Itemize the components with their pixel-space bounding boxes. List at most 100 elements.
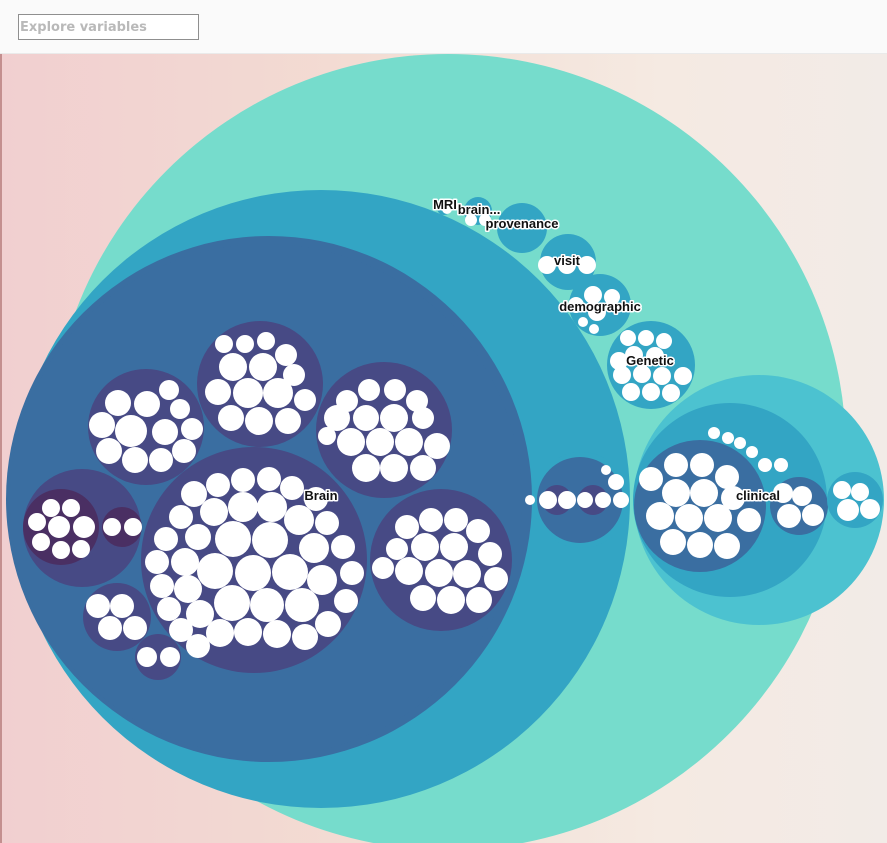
variable-leaf-bubble[interactable] [249, 353, 277, 381]
variable-leaf-bubble[interactable] [386, 538, 408, 560]
variable-leaf-bubble[interactable] [72, 540, 90, 558]
variable-leaf-bubble[interactable] [444, 508, 468, 532]
variable-leaf-bubble[interactable] [453, 560, 481, 588]
variable-leaf-bubble[interactable] [395, 428, 423, 456]
variable-leaf-bubble[interactable] [340, 561, 364, 585]
variable-leaf-bubble[interactable] [419, 508, 443, 532]
variable-leaf-bubble[interactable] [558, 491, 576, 509]
variable-leaf-bubble[interactable] [395, 557, 423, 585]
variable-leaf-bubble[interactable] [292, 624, 318, 650]
subgroup-bubble[interactable] [83, 583, 151, 651]
variable-leaf-bubble[interactable] [372, 557, 394, 579]
variable-leaf-bubble[interactable] [110, 594, 134, 618]
variable-leaf-bubble[interactable] [352, 454, 380, 482]
variable-leaf-bubble[interactable] [185, 524, 211, 550]
variable-leaf-bubble[interactable] [252, 522, 288, 558]
variable-leaf-bubble[interactable] [233, 378, 263, 408]
variable-leaf-bubble[interactable] [235, 555, 271, 591]
variable-leaf-bubble[interactable] [96, 438, 122, 464]
variable-leaf-bubble[interactable] [851, 483, 869, 501]
variable-leaf-bubble[interactable] [715, 465, 739, 489]
variable-leaf-bubble[interactable] [860, 499, 880, 519]
variable-leaf-bubble[interactable] [86, 594, 110, 618]
variable-leaf-bubble[interactable] [89, 412, 115, 438]
variable-leaf-bubble[interactable] [172, 439, 196, 463]
variable-leaf-bubble[interactable] [411, 533, 439, 561]
variable-leaf-bubble[interactable] [802, 504, 824, 526]
variable-leaf-bubble[interactable] [675, 504, 703, 532]
variable-leaf-bubble[interactable] [52, 541, 70, 559]
variable-leaf-bubble[interactable] [722, 432, 734, 444]
variable-leaf-bubble[interactable] [219, 353, 247, 381]
variable-leaf-bubble[interactable] [608, 474, 624, 490]
variable-leaf-bubble[interactable] [601, 465, 611, 475]
variable-leaf-bubble[interactable] [154, 527, 178, 551]
variable-leaf-bubble[interactable] [639, 467, 663, 491]
variable-leaf-bubble[interactable] [98, 616, 122, 640]
variable-leaf-bubble[interactable] [206, 619, 234, 647]
variable-leaf-bubble[interactable] [384, 379, 406, 401]
variable-leaf-bubble[interactable] [622, 383, 640, 401]
variable-leaf-bubble[interactable] [181, 481, 207, 507]
variable-leaf-bubble[interactable] [577, 492, 593, 508]
variable-leaf-bubble[interactable] [250, 588, 284, 622]
variable-leaf-bubble[interactable] [103, 518, 121, 536]
variable-leaf-bubble[interactable] [280, 476, 304, 500]
variable-leaf-bubble[interactable] [484, 567, 508, 591]
variable-leaf-bubble[interactable] [174, 575, 202, 603]
variable-leaf-bubble[interactable] [656, 333, 672, 349]
variable-leaf-bubble[interactable] [157, 597, 181, 621]
variable-leaf-bubble[interactable] [337, 428, 365, 456]
variable-leaf-bubble[interactable] [704, 504, 732, 532]
variable-leaf-bubble[interactable] [380, 454, 408, 482]
variable-leaf-bubble[interactable] [28, 513, 46, 531]
variable-leaf-bubble[interactable] [578, 256, 596, 274]
variable-leaf-bubble[interactable] [478, 542, 502, 566]
variable-leaf-bubble[interactable] [186, 634, 210, 658]
variable-leaf-bubble[interactable] [412, 407, 434, 429]
variable-leaf-bubble[interactable] [275, 408, 301, 434]
variable-leaf-bubble[interactable] [734, 437, 746, 449]
variable-leaf-bubble[interactable] [660, 529, 686, 555]
variable-leaf-bubble[interactable] [792, 486, 812, 506]
variable-leaf-bubble[interactable] [833, 481, 851, 499]
variable-leaf-bubble[interactable] [410, 585, 436, 611]
variable-leaf-bubble[interactable] [150, 574, 174, 598]
variable-leaf-bubble[interactable] [145, 550, 169, 574]
variable-leaf-bubble[interactable] [837, 499, 859, 521]
variable-leaf-bubble[interactable] [466, 587, 492, 613]
variable-leaf-bubble[interactable] [687, 532, 713, 558]
variable-leaf-bubble[interactable] [318, 427, 336, 445]
variable-leaf-bubble[interactable] [307, 565, 337, 595]
variable-leaf-bubble[interactable] [218, 405, 244, 431]
variable-leaf-bubble[interactable] [315, 511, 339, 535]
variable-leaf-bubble[interactable] [181, 418, 203, 440]
variable-leaf-bubble[interactable] [410, 455, 436, 481]
variable-leaf-bubble[interactable] [137, 647, 157, 667]
variable-leaf-bubble[interactable] [200, 498, 228, 526]
variable-leaf-bubble[interactable] [380, 404, 408, 432]
variable-leaf-bubble[interactable] [73, 516, 95, 538]
variable-leaf-bubble[interactable] [662, 384, 680, 402]
variable-leaf-bubble[interactable] [646, 502, 674, 530]
variable-leaf-bubble[interactable] [424, 433, 450, 459]
variable-leaf-bubble[interactable] [642, 383, 660, 401]
variable-leaf-bubble[interactable] [315, 611, 341, 637]
variable-leaf-bubble[interactable] [284, 505, 314, 535]
variable-leaf-bubble[interactable] [170, 399, 190, 419]
variable-leaf-bubble[interactable] [353, 405, 379, 431]
variable-leaf-bubble[interactable] [746, 446, 758, 458]
variable-leaf-bubble[interactable] [149, 448, 173, 472]
variable-leaf-bubble[interactable] [664, 453, 688, 477]
variable-leaf-bubble[interactable] [638, 330, 654, 346]
variable-leaf-bubble[interactable] [690, 453, 714, 477]
variable-leaf-bubble[interactable] [134, 391, 160, 417]
variable-leaf-bubble[interactable] [214, 585, 250, 621]
variable-leaf-bubble[interactable] [228, 492, 258, 522]
variable-leaf-bubble[interactable] [595, 492, 611, 508]
variable-leaf-bubble[interactable] [358, 379, 380, 401]
variable-leaf-bubble[interactable] [32, 533, 50, 551]
variable-leaf-bubble[interactable] [774, 458, 788, 472]
variable-leaf-bubble[interactable] [234, 618, 262, 646]
variable-leaf-bubble[interactable] [115, 415, 147, 447]
